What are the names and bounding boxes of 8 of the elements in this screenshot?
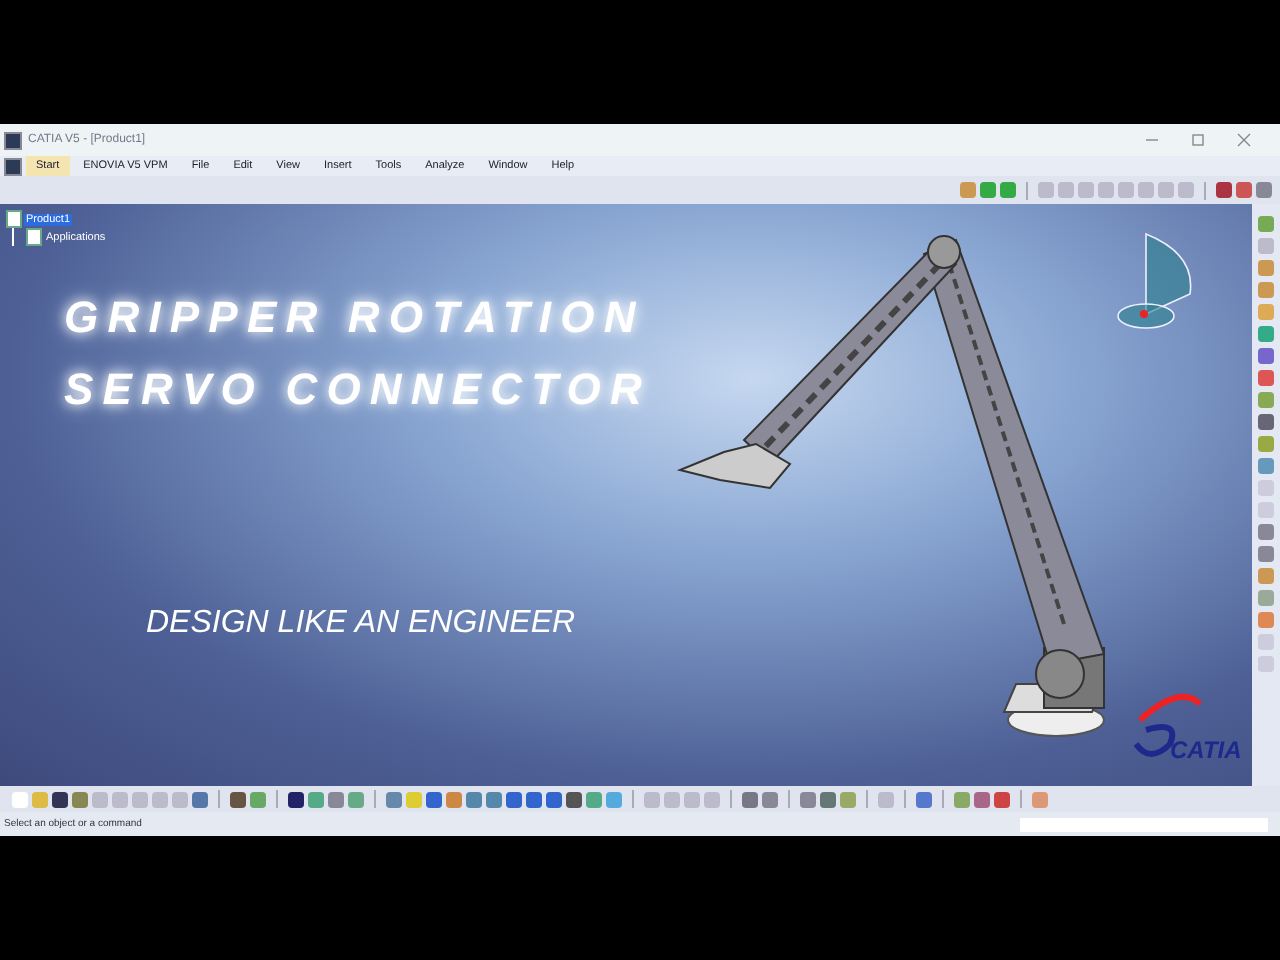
restore-icon[interactable] (1190, 132, 1206, 148)
compass-drawing (1117, 233, 1192, 329)
command-input-field[interactable] (1020, 817, 1268, 831)
headline-text: SERVO CONNECTOR (64, 364, 652, 416)
close-icon[interactable] (1236, 132, 1252, 148)
tree-node-icon (26, 228, 42, 246)
tagline-text: DESIGN LIKE AN ENGINEER (146, 606, 576, 642)
headline-text: GRIPPER ROTATION (64, 292, 647, 344)
